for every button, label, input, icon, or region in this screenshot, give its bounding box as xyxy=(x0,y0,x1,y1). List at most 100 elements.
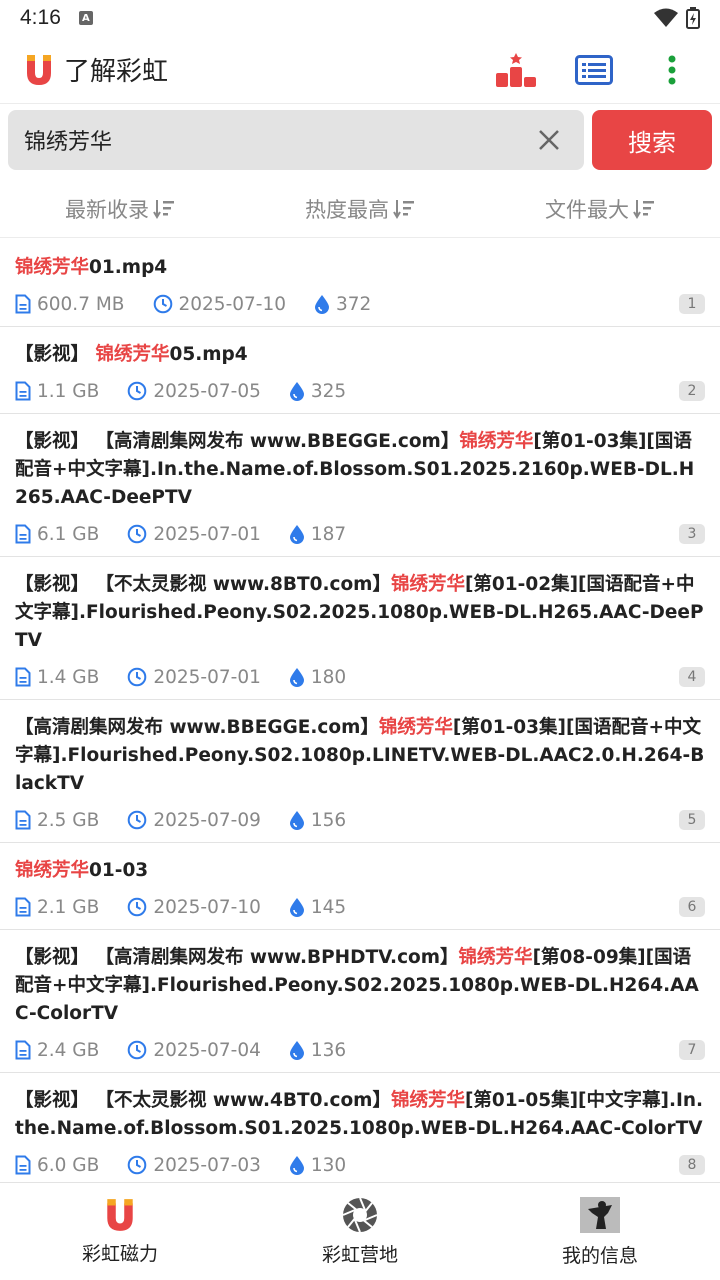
file-size-value: 1.1 GB xyxy=(37,380,100,402)
file-date-value: 2025-07-01 xyxy=(153,666,261,688)
file-icon xyxy=(15,524,31,544)
sort-hottest[interactable]: 热度最高 xyxy=(240,180,480,237)
result-title-prefix: 【影视】 【高清剧集网发布 www.BBEGGE.com】 xyxy=(15,431,460,452)
result-title-prefix: 【影视】 【高清剧集网发布 www.BPHDTV.com】 xyxy=(15,947,459,968)
file-heat: 136 xyxy=(289,1040,346,1061)
search-input[interactable] xyxy=(24,127,532,153)
file-date: 2025-07-04 xyxy=(127,1040,261,1061)
file-size: 2.4 GB xyxy=(15,1040,99,1061)
result-title-prefix: 【影视】 xyxy=(15,344,96,365)
sort-desc-icon xyxy=(153,199,174,219)
file-size: 2.5 GB xyxy=(15,810,99,831)
result-item[interactable]: 锦绣芳华01.mp4 600.7 MB 2025-07-10 372 1 xyxy=(0,240,720,327)
app-bar: 了解彩虹 xyxy=(0,36,720,104)
file-heat-value: 180 xyxy=(310,666,347,688)
result-title: 锦绣芳华01.mp4 xyxy=(15,240,705,282)
file-date: 2025-07-05 xyxy=(127,381,261,402)
result-item[interactable]: 【影视】 【高清剧集网发布 www.BBEGGE.com】锦绣芳华[第01-03… xyxy=(0,414,720,557)
file-heat-value: 130 xyxy=(310,1154,347,1176)
result-index-badge: 7 xyxy=(679,1040,705,1060)
battery-icon xyxy=(686,7,700,29)
result-title-highlight: 锦绣芳华 xyxy=(458,947,533,968)
file-date: 2025-07-01 xyxy=(127,667,261,688)
file-heat-value: 325 xyxy=(310,380,347,402)
nav-rainbow-magnet[interactable]: 彩虹磁力 xyxy=(0,1183,240,1280)
more-options-button[interactable] xyxy=(648,46,696,94)
status-bar: 4:16 A xyxy=(0,0,720,36)
result-item[interactable]: 【影视】 【不太灵影视 www.4BT0.com】锦绣芳华[第01-05集][中… xyxy=(0,1073,720,1182)
file-size: 1.4 GB xyxy=(15,667,99,688)
file-size: 1.1 GB xyxy=(15,381,99,402)
result-meta: 6.0 GB 2025-07-03 130 8 xyxy=(15,1143,705,1182)
nav-rainbow-camp[interactable]: 彩虹营地 xyxy=(240,1183,480,1280)
clear-search-button[interactable] xyxy=(532,123,566,157)
file-heat-value: 136 xyxy=(310,1039,347,1061)
result-title-highlight: 锦绣芳华 xyxy=(459,431,534,452)
file-heat: 372 xyxy=(314,294,371,315)
result-title-highlight: 锦绣芳华 xyxy=(95,344,170,365)
result-item[interactable]: 【影视】 锦绣芳华05.mp4 1.1 GB 2025-07-05 325 2 xyxy=(0,327,720,414)
file-size: 6.0 GB xyxy=(15,1155,99,1176)
file-heat-value: 187 xyxy=(310,523,347,545)
close-icon xyxy=(539,130,559,150)
file-size-value: 2.4 GB xyxy=(37,1039,100,1061)
result-item[interactable]: 【高清剧集网发布 www.BBEGGE.com】锦绣芳华[第01-03集][国语… xyxy=(0,700,720,843)
result-meta: 1.1 GB 2025-07-05 325 2 xyxy=(15,369,705,413)
file-date-value: 2025-07-01 xyxy=(153,523,261,545)
result-title-suffix: 01.mp4 xyxy=(89,257,168,278)
file-icon xyxy=(15,381,31,401)
result-title-prefix: 【影视】 【不太灵影视 www.8BT0.com】 xyxy=(15,574,391,595)
file-heat: 180 xyxy=(289,667,346,688)
file-icon xyxy=(15,810,31,830)
file-date: 2025-07-10 xyxy=(153,293,287,315)
result-meta: 1.4 GB 2025-07-01 180 4 xyxy=(15,655,705,699)
result-index-badge: 1 xyxy=(679,294,705,314)
result-item[interactable]: 【影视】 【不太灵影视 www.8BT0.com】锦绣芳华[第01-02集][国… xyxy=(0,557,720,700)
file-date-value: 2025-07-09 xyxy=(153,809,261,831)
app-title: 了解彩虹 xyxy=(64,57,169,87)
bottom-nav: 彩虹磁力 彩虹营地 我的信息 xyxy=(0,1182,720,1280)
nav-my-info-label: 我的信息 xyxy=(561,1245,638,1267)
sort-newest[interactable]: 最新收录 xyxy=(0,180,240,237)
sort-desc-icon xyxy=(633,199,654,219)
ranking-button[interactable] xyxy=(492,46,540,94)
list-icon xyxy=(575,54,613,85)
file-icon xyxy=(15,1155,31,1175)
result-title: 【影视】 锦绣芳华05.mp4 xyxy=(15,327,705,369)
file-date-value: 2025-07-04 xyxy=(153,1039,261,1061)
search-button[interactable]: 搜索 xyxy=(592,110,712,170)
sort-desc-icon xyxy=(393,199,414,219)
status-icons xyxy=(654,7,700,29)
sort-largest[interactable]: 文件最大 xyxy=(480,180,720,237)
result-title-highlight: 锦绣芳华 xyxy=(390,574,465,595)
file-size-value: 6.1 GB xyxy=(37,523,100,545)
result-index-badge: 5 xyxy=(679,810,705,830)
file-size: 2.1 GB xyxy=(15,897,99,918)
file-icon xyxy=(15,667,31,687)
drop-icon xyxy=(289,811,304,830)
result-index-badge: 6 xyxy=(679,897,705,917)
result-meta: 2.5 GB 2025-07-09 156 5 xyxy=(15,798,705,842)
search-box xyxy=(8,110,584,170)
nav-my-info[interactable]: 我的信息 xyxy=(480,1183,720,1280)
clock-icon xyxy=(128,524,147,544)
file-size-value: 600.7 MB xyxy=(37,293,125,315)
wifi-icon xyxy=(654,8,678,27)
result-item[interactable]: 锦绣芳华01-03 2.1 GB 2025-07-10 145 6 xyxy=(0,843,720,930)
result-item[interactable]: 【影视】 【高清剧集网发布 www.BPHDTV.com】锦绣芳华[第08-09… xyxy=(0,930,720,1073)
drop-icon xyxy=(289,668,304,687)
result-title-suffix: 05.mp4 xyxy=(169,344,248,365)
result-meta: 2.1 GB 2025-07-10 145 6 xyxy=(15,885,705,929)
result-list: 锦绣芳华01.mp4 600.7 MB 2025-07-10 372 1 【影视… xyxy=(0,240,720,1182)
result-title: 【影视】 【不太灵影视 www.8BT0.com】锦绣芳华[第01-02集][国… xyxy=(15,557,705,655)
list-view-button[interactable] xyxy=(570,46,618,94)
result-index-badge: 4 xyxy=(679,667,705,687)
file-heat-value: 145 xyxy=(310,896,347,918)
file-size-value: 2.5 GB xyxy=(37,809,100,831)
file-date-value: 2025-07-10 xyxy=(178,293,287,315)
app-logo-magnet-icon xyxy=(27,54,51,85)
result-title: 【影视】 【不太灵影视 www.4BT0.com】锦绣芳华[第01-05集][中… xyxy=(15,1073,705,1143)
notification-a-icon: A xyxy=(78,11,93,25)
file-size: 600.7 MB xyxy=(15,294,125,315)
result-index-badge: 8 xyxy=(679,1155,705,1175)
